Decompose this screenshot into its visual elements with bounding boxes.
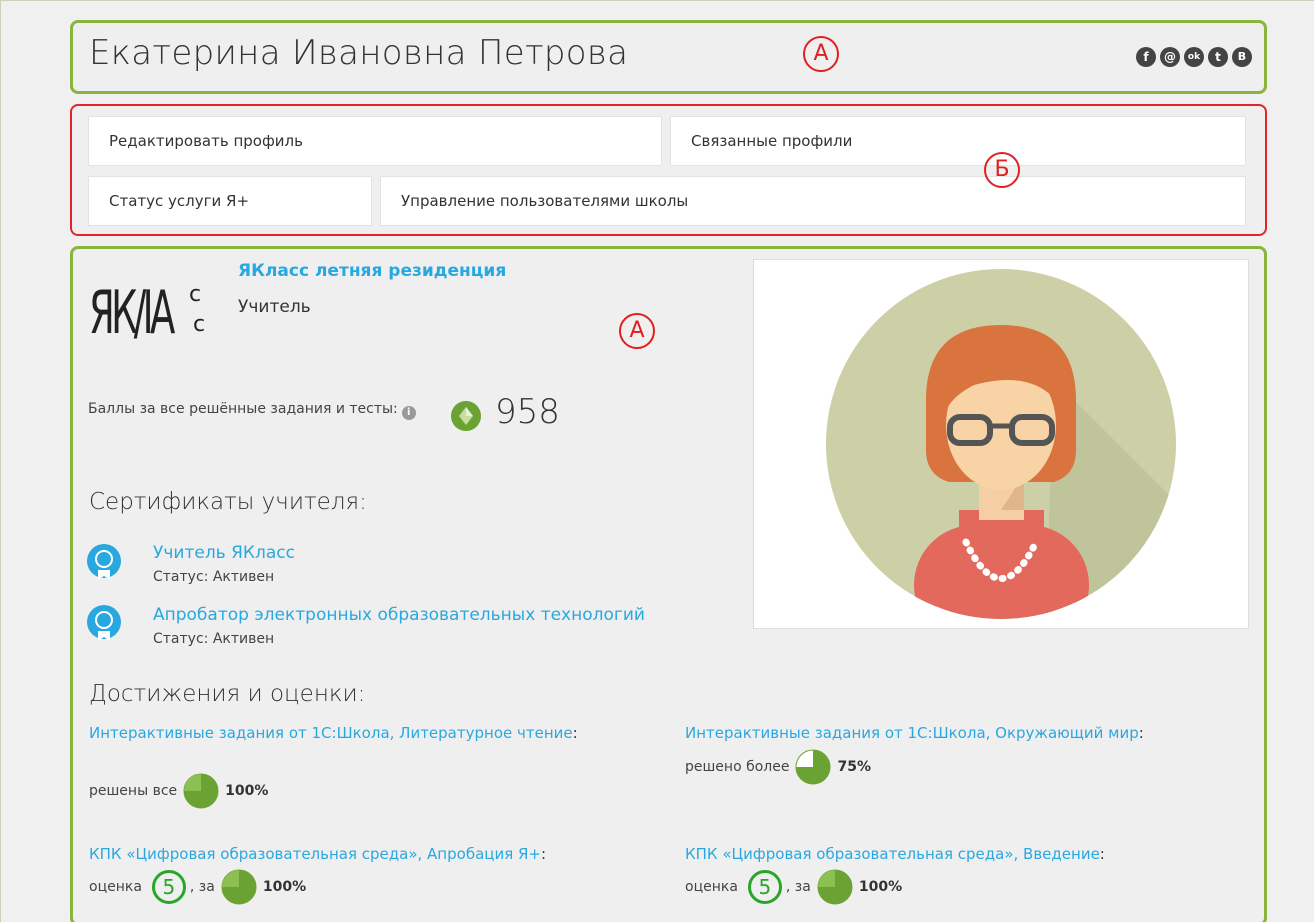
linked-profiles-button[interactable]: Связанные профили (670, 116, 1246, 166)
odnoklassniki-icon[interactable]: ok (1184, 47, 1204, 67)
svg-text:c: c (193, 312, 205, 337)
certificate-icon (87, 544, 121, 580)
twitter-icon[interactable]: t (1208, 47, 1228, 67)
achievement-prefix: оценка (685, 879, 738, 895)
certificate-title-link[interactable]: Учитель ЯКласс (153, 543, 295, 563)
service-status-button[interactable]: Статус услуги Я+ (88, 176, 372, 226)
achievement-percent: 100% (262, 879, 307, 895)
profile-menu: Редактировать профиль Связанные профили … (70, 104, 1267, 236)
achievement-link-text[interactable]: Интерактивные задания от 1С:Школа, Окруж… (685, 724, 1139, 742)
annotation-marker-b: Б (984, 152, 1020, 188)
certificate-title-link[interactable]: Апробатор электронных образовательных те… (153, 605, 645, 625)
achievement-percent: 100% (858, 879, 903, 895)
edit-profile-button[interactable]: Редактировать профиль (88, 116, 662, 166)
user-name: Екатерина Ивановна Петрова (89, 33, 629, 73)
points-label-text: Баллы за все решённые задания и тесты: (88, 401, 398, 417)
achievement-percent: 100% (225, 783, 269, 799)
achievement-link[interactable]: КПК «Цифровая образовательная среда», Вв… (685, 843, 1245, 865)
achievements-title: Достижения и оценки: (89, 681, 366, 707)
achievement-link[interactable]: КПК «Цифровая образовательная среда», Ап… (89, 843, 649, 865)
certificate-icon (87, 605, 121, 641)
grade-badge: 5 (747, 870, 782, 904)
points-value: 958 (495, 392, 560, 432)
achievement-mid: , за (785, 879, 811, 895)
profile-header: Екатерина Ивановна Петрова А f @ ok t B (70, 20, 1267, 94)
certificate-status: Статус: Активен (153, 569, 275, 585)
achievement-link[interactable]: Интерактивные задания от 1С:Школа, Окруж… (685, 722, 1245, 744)
achievement-prefix: решено более (685, 759, 790, 775)
user-role: Учитель (238, 297, 311, 317)
svg-text:ЯК/ІА: ЯК/ІА (89, 278, 175, 343)
teacher-avatar-illustration (826, 269, 1176, 619)
progress-pie (183, 773, 219, 809)
progress-pie (221, 869, 257, 905)
achievement-result: решено более 75% (685, 749, 871, 785)
social-links: f @ ok t B (1136, 47, 1252, 67)
achievement-link[interactable]: Интерактивные задания от 1С:Школа, Литер… (89, 722, 609, 744)
facebook-icon[interactable]: f (1136, 47, 1156, 67)
annotation-marker-a-top: А (803, 36, 839, 72)
achievement-percent: 75% (837, 759, 871, 775)
school-name-link[interactable]: ЯКласс летняя резиденция (238, 261, 506, 281)
profile-main: ЯК/ІА c c ЯКласс летняя резиденция Учите… (70, 246, 1267, 922)
annotation-marker-a-main: А (619, 313, 655, 349)
info-icon[interactable]: i (401, 406, 416, 420)
school-users-button[interactable]: Управление пользователями школы (380, 176, 1246, 226)
progress-pie (817, 869, 853, 905)
certificate-status: Статус: Активен (153, 631, 275, 647)
achievement-result: оценка 5 , за 100% (89, 869, 306, 905)
progress-pie (795, 749, 831, 785)
svg-text:c: c (189, 282, 201, 307)
points-gem-icon (451, 401, 481, 431)
achievement-result: решены все 100% (89, 773, 268, 809)
achievement-mid: , за (189, 879, 215, 895)
achievement-result: оценка 5 , за 100% (685, 869, 902, 905)
achievement-prefix: решены все (89, 783, 178, 799)
avatar (753, 259, 1249, 629)
achievement-link-text[interactable]: Интерактивные задания от 1С:Школа, Литер… (89, 724, 573, 742)
points-label: Баллы за все решённые задания и тесты: i (88, 399, 428, 420)
yaklass-logo: ЯК/ІА c c (89, 278, 205, 343)
achievement-link-text[interactable]: КПК «Цифровая образовательная среда», Ап… (89, 845, 541, 863)
achievement-link-text[interactable]: КПК «Цифровая образовательная среда», Вв… (685, 845, 1100, 863)
vkontakte-icon[interactable]: B (1232, 47, 1252, 67)
grade-badge: 5 (151, 870, 186, 904)
mailru-icon[interactable]: @ (1160, 47, 1180, 67)
achievement-prefix: оценка (89, 879, 142, 895)
certificates-title: Сертификаты учителя: (89, 489, 367, 515)
